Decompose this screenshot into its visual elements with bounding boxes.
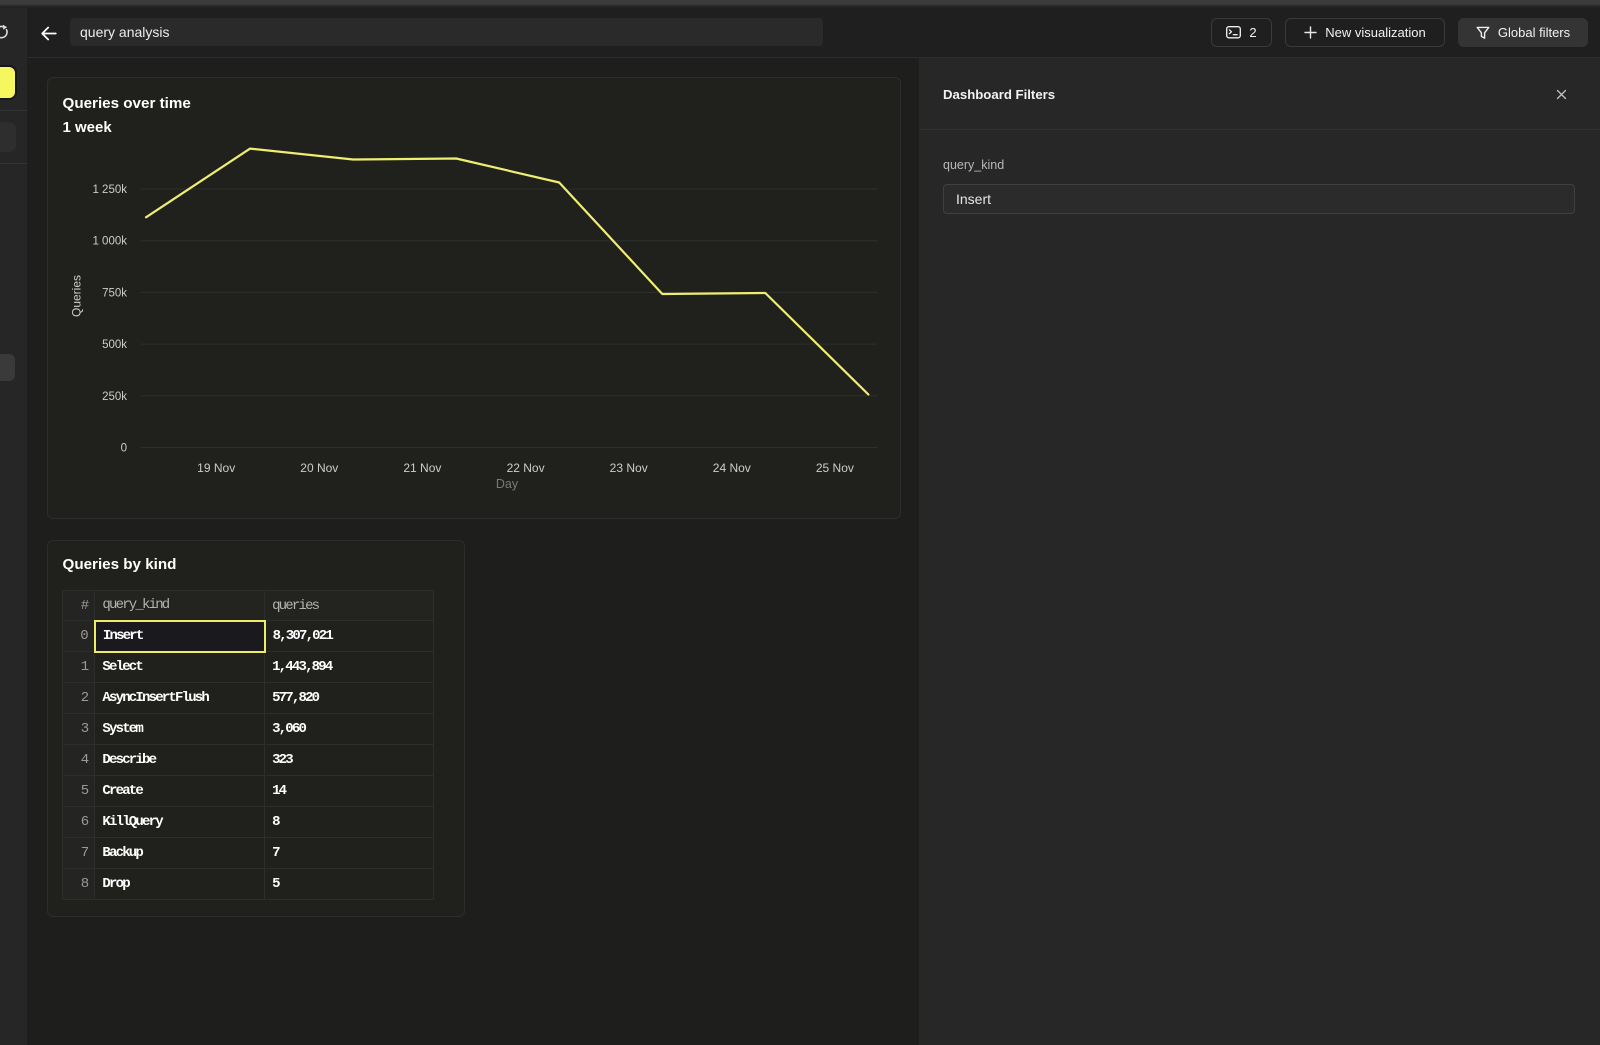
svg-text:1 250k: 1 250k xyxy=(92,184,127,196)
svg-text:20 Nov: 20 Nov xyxy=(300,461,338,475)
svg-text:24 Nov: 24 Nov xyxy=(712,461,750,475)
svg-text:25 Nov: 25 Nov xyxy=(815,461,853,475)
svg-text:22 Nov: 22 Nov xyxy=(506,461,544,475)
svg-text:0: 0 xyxy=(120,443,126,455)
svg-text:Queries: Queries xyxy=(69,275,83,317)
svg-text:21 Nov: 21 Nov xyxy=(403,461,441,475)
svg-text:23 Nov: 23 Nov xyxy=(609,461,647,475)
svg-text:500k: 500k xyxy=(102,339,127,351)
svg-text:19 Nov: 19 Nov xyxy=(197,461,235,475)
svg-text:750k: 750k xyxy=(102,287,127,299)
svg-text:1 000k: 1 000k xyxy=(92,236,127,248)
svg-text:Day: Day xyxy=(495,477,518,491)
svg-text:250k: 250k xyxy=(102,391,127,403)
